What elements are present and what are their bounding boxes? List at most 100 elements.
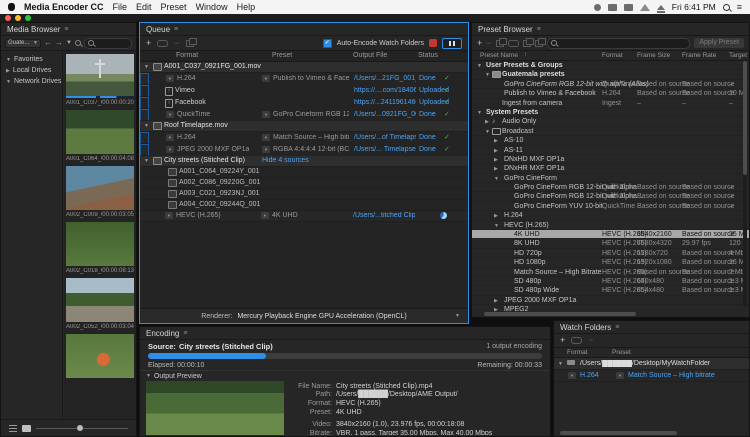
chevron-icon[interactable]: ▼ bbox=[144, 158, 149, 164]
chevron-icon[interactable]: ▶ bbox=[494, 298, 498, 304]
add-source-button[interactable]: + bbox=[146, 39, 151, 48]
menu-help[interactable]: Help bbox=[237, 2, 256, 12]
preset-name[interactable]: HEVC (H.265) bbox=[504, 222, 549, 229]
menu-edit[interactable]: Edit bbox=[136, 2, 152, 12]
renderer-select[interactable]: Mercury Playback Engine GPU Acceleration… bbox=[237, 313, 406, 320]
preset-name[interactable]: HD 720p bbox=[514, 250, 542, 257]
close-window-button[interactable] bbox=[5, 15, 11, 21]
media-tree-item[interactable]: ▶ Local Drives bbox=[1, 65, 62, 76]
clip-thumbnail[interactable] bbox=[66, 110, 134, 154]
format-dropdown-icon[interactable] bbox=[166, 134, 174, 141]
media-tree-item[interactable]: ▼ Network Drives bbox=[1, 76, 62, 87]
format-cell[interactable]: QuickTime bbox=[177, 111, 210, 118]
preset-row[interactable]: ▶ DNxHR MXF OP1a bbox=[472, 164, 749, 173]
preset-name[interactable]: Match Source – High Bitrate bbox=[514, 269, 602, 276]
preset-row[interactable]: HD 720p HEVC (H.265) 1280x720 Based on s… bbox=[472, 249, 749, 258]
link-output-button[interactable] bbox=[571, 337, 582, 344]
queue-row[interactable]: H.264 Publish to Vimeo & Face... /Users/… bbox=[140, 73, 149, 85]
chevron-down-icon[interactable]: ▼ bbox=[558, 361, 563, 367]
preset-name[interactable]: System Presets bbox=[486, 109, 538, 116]
queue-row[interactable]: H.264 Match Source – High bitr... /Users… bbox=[140, 132, 149, 144]
preset-cell[interactable]: RGBA 4:4:4:4 12-bit (BC... bbox=[273, 146, 349, 153]
watch-folder-format[interactable]: H.264 bbox=[580, 372, 599, 379]
queue-row[interactable]: ▼ City streets (Stitched Clip) Hide 4 so… bbox=[140, 156, 468, 167]
queue-row[interactable]: A001_C064_09224Y_001 ✓ bbox=[140, 167, 468, 178]
chevron-icon[interactable]: ▼ bbox=[477, 110, 482, 116]
thumbnail-size-slider[interactable] bbox=[36, 428, 128, 429]
preset-row[interactable]: ▶ Audio Only bbox=[472, 117, 749, 126]
preset-row[interactable]: Publish to Vimeo & Facebook H.264 Based … bbox=[472, 89, 749, 98]
preset-name[interactable]: Publish to Vimeo & Facebook bbox=[504, 90, 596, 97]
eject-icon[interactable] bbox=[657, 5, 665, 10]
preset-row[interactable]: ▼ HEVC (H.265) bbox=[472, 221, 749, 230]
preset-cell[interactable]: Publish to Vimeo & Face... bbox=[273, 75, 349, 82]
preset-row[interactable]: ▶ AS-11 bbox=[472, 146, 749, 155]
media-clip[interactable]: A002_C052_0922T7_... 00:00:03:04 bbox=[64, 275, 136, 331]
chevron-icon[interactable]: ▶ bbox=[494, 166, 498, 172]
preset-settings-button[interactable] bbox=[508, 40, 519, 47]
panel-menu-icon[interactable]: ≡ bbox=[174, 26, 178, 33]
preset-dropdown-icon[interactable] bbox=[616, 372, 624, 379]
chevron-icon[interactable]: ▼ bbox=[485, 72, 490, 78]
filter-icon[interactable]: ▼ bbox=[66, 40, 72, 46]
apply-preset-button[interactable]: Apply Preset bbox=[694, 38, 744, 48]
clip-thumbnail[interactable] bbox=[66, 54, 134, 98]
queue-row[interactable]: Vimeo https://....com/184066142 Uploaded… bbox=[140, 85, 149, 97]
media-search-input[interactable] bbox=[84, 38, 132, 49]
output-file-link[interactable]: https://...24119614602283 bbox=[354, 99, 416, 106]
forward-icon[interactable]: → bbox=[55, 39, 63, 47]
panel-menu-icon[interactable]: ≡ bbox=[183, 330, 187, 337]
format-cell[interactable]: H.264 bbox=[177, 75, 196, 82]
output-file-link[interactable]: https://....com/184066142 bbox=[354, 87, 416, 94]
chevron-icon[interactable]: ▼ bbox=[494, 176, 499, 182]
chevron-icon[interactable]: ▼ bbox=[485, 129, 490, 135]
format-cell[interactable]: JPEG 2000 MXF OP1a bbox=[177, 146, 249, 153]
column-frame-size[interactable]: Frame Size bbox=[637, 52, 670, 59]
zoom-in-icon[interactable] bbox=[75, 40, 81, 46]
column-target-rate[interactable]: Target Rate bbox=[729, 52, 749, 59]
menu-preset[interactable]: Preset bbox=[161, 2, 187, 12]
chevron-down-icon[interactable]: ▼ bbox=[146, 373, 151, 379]
media-clip[interactable]: A001_C037_0921FG_... 00:00:00:20 bbox=[64, 51, 136, 107]
slider-knob[interactable] bbox=[77, 425, 83, 431]
preset-name[interactable]: GoPro CineForm bbox=[504, 175, 557, 182]
import-preset-button[interactable] bbox=[523, 40, 531, 47]
preset-dropdown-icon[interactable] bbox=[262, 111, 270, 118]
add-preset-button[interactable]: + bbox=[477, 39, 482, 48]
preset-row[interactable]: ▼ Guatemala presets bbox=[472, 70, 749, 79]
zoom-window-button[interactable] bbox=[25, 15, 31, 21]
menu-window[interactable]: Window bbox=[196, 2, 228, 12]
preset-row[interactable]: HD 1080p HEVC (H.265) 1920x1080 Based on… bbox=[472, 258, 749, 267]
scrollbar-thumb[interactable] bbox=[560, 431, 677, 435]
output-file-link[interactable]: /Users/...21FG_001_1.mp4 bbox=[354, 75, 416, 82]
preset-dropdown-icon[interactable] bbox=[262, 75, 270, 82]
back-icon[interactable]: ← bbox=[44, 39, 52, 47]
media-clip[interactable]: A002_C018_0922BW_... 00:00:08:13 bbox=[64, 219, 136, 275]
preset-name[interactable]: SD 480p Wide bbox=[514, 287, 559, 294]
output-file-link[interactable]: /Users/... Timelapse_1.mxf bbox=[354, 146, 416, 153]
queue-row[interactable]: A002_C086_09220G_001 ✓ bbox=[140, 178, 468, 189]
add-watch-folder-button[interactable]: + bbox=[560, 336, 565, 345]
minimize-window-button[interactable] bbox=[15, 15, 21, 21]
add-output-button[interactable] bbox=[157, 40, 168, 47]
chevron-icon[interactable]: ▶ bbox=[494, 148, 498, 154]
preset-name[interactable]: 4K UHD bbox=[514, 231, 540, 238]
preset-cell[interactable]: 4K UHD bbox=[272, 212, 298, 219]
preset-row[interactable]: GoPro CineForm RGB 12-bit with alpha... … bbox=[472, 192, 749, 201]
clip-thumbnail[interactable] bbox=[66, 278, 134, 322]
new-group-button[interactable] bbox=[496, 40, 504, 47]
preset-name[interactable]: JPEG 2000 MXF OP1a bbox=[504, 297, 576, 304]
preset-name[interactable]: User Presets & Groups bbox=[486, 62, 563, 69]
preset-row[interactable]: SD 480p Wide HEVC (H.265) 854x480 Based … bbox=[472, 286, 749, 295]
sort-ascending-icon[interactable]: ↑ bbox=[524, 52, 527, 58]
chevron-icon[interactable]: ▶ bbox=[485, 119, 489, 125]
watch-folder-row[interactable]: ▼ /Users/██████/Desktop/MyWatchFolder bbox=[554, 358, 749, 370]
preset-name[interactable]: AS-10 bbox=[504, 137, 523, 144]
chevron-icon[interactable]: ▼ bbox=[477, 63, 482, 69]
column-frame-rate[interactable]: Frame Rate bbox=[682, 52, 716, 59]
output-file-link[interactable]: /Users/...titched Clip).mp4 bbox=[353, 212, 415, 219]
preset-row[interactable]: GoPro CineForm YUV 10-bit QuickTime Base… bbox=[472, 202, 749, 211]
format-dropdown-icon[interactable] bbox=[166, 146, 174, 153]
status-icon[interactable] bbox=[594, 4, 601, 11]
display-icon[interactable] bbox=[624, 4, 633, 11]
